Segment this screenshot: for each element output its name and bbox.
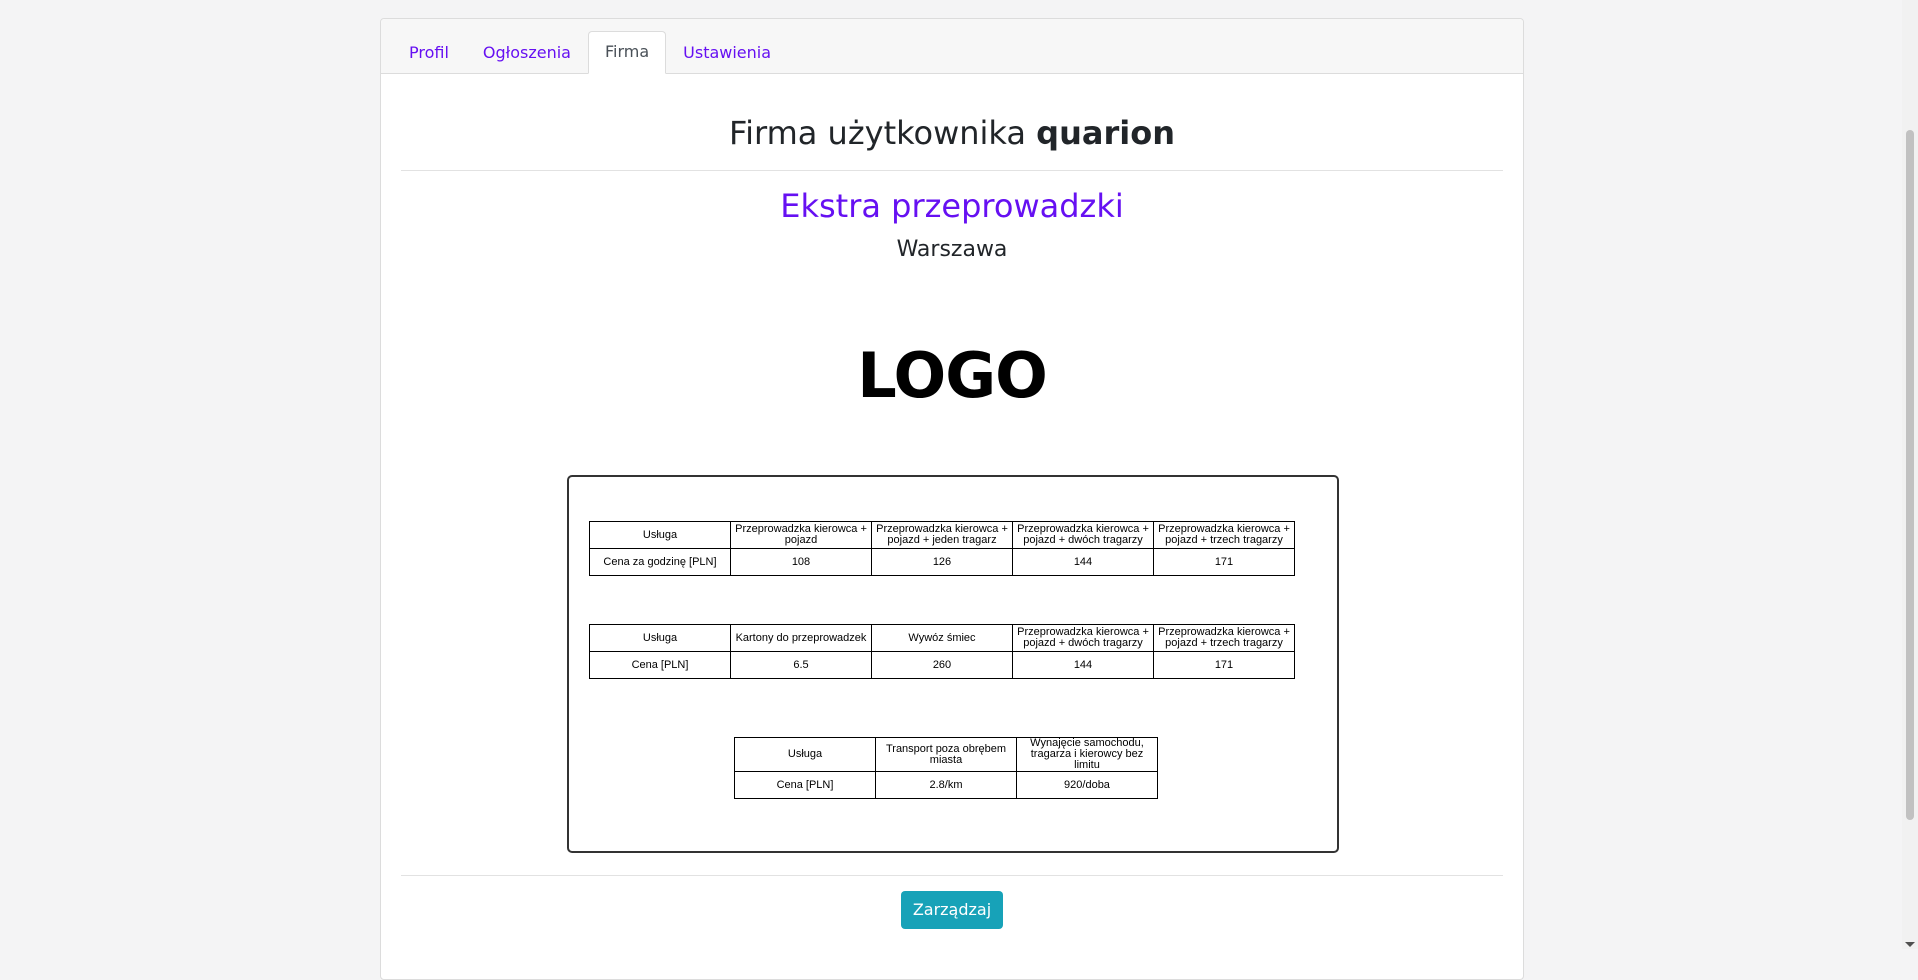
footer-divider	[401, 875, 1503, 876]
table-row: Cena [PLN] 2.8/km 920/doba	[734, 771, 1158, 799]
table-header-row: Usługa Transport poza obrębem miasta Wyn…	[734, 737, 1158, 772]
scroll-down-arrow-icon[interactable]	[1905, 942, 1915, 947]
title-divider	[401, 170, 1503, 171]
tab-ustawienia[interactable]: Ustawienia	[666, 31, 788, 72]
table-cell: 108	[730, 548, 872, 576]
company-logo: LOGO	[857, 339, 1048, 412]
price-list-image: Usługa Przeprowadzka kierowca + pojazd P…	[567, 475, 1339, 853]
table-cell: Usługa	[589, 521, 731, 549]
table-row: Cena [PLN] 6.5 260 144 171	[589, 651, 1295, 679]
manage-button[interactable]: Zarządzaj	[900, 891, 1004, 929]
company-name: Ekstra przeprowadzki	[780, 187, 1124, 225]
card-footer: Zarządzaj	[381, 891, 1523, 929]
price-table-extras: Usługa Kartony do przeprowadzek Wywóz śm…	[589, 624, 1295, 679]
table-cell: Przeprowadzka kierowca + pojazd + trzech…	[1153, 521, 1295, 549]
scrollbar-thumb[interactable]	[1906, 130, 1914, 820]
table-cell: 171	[1153, 651, 1295, 679]
page-title-username: quarion	[1036, 114, 1175, 152]
table-cell: Cena [PLN]	[734, 771, 876, 799]
table-cell: 144	[1012, 548, 1154, 576]
price-table-transport: Usługa Transport poza obrębem miasta Wyn…	[734, 737, 1158, 799]
table-row: Cena za godzinę [PLN] 108 126 144 171	[589, 548, 1295, 576]
table-cell: Cena [PLN]	[589, 651, 731, 679]
tab-profil[interactable]: Profil	[392, 31, 466, 72]
page-scrollbar[interactable]	[1902, 0, 1918, 949]
table-cell: 2.8/km	[875, 771, 1017, 799]
table-cell: 126	[871, 548, 1013, 576]
page-title: Firma użytkownika quarion	[381, 114, 1523, 152]
table-cell: Kartony do przeprowadzek	[730, 624, 872, 652]
table-cell: 144	[1012, 651, 1154, 679]
table-cell: Przeprowadzka kierowca + pojazd + dwóch …	[1012, 521, 1154, 549]
table-cell: 6.5	[730, 651, 872, 679]
table-cell: 920/doba	[1016, 771, 1158, 799]
table-cell: Wynajęcie samochodu, tragarza i kierowcy…	[1016, 737, 1158, 772]
table-cell: 260	[871, 651, 1013, 679]
tab-firma[interactable]: Firma	[587, 31, 667, 74]
table-cell: Przeprowadzka kierowca + pojazd + jeden …	[871, 521, 1013, 549]
table-cell: Transport poza obrębem miasta	[875, 737, 1017, 772]
table-cell: Usługa	[734, 737, 876, 772]
table-cell: Usługa	[589, 624, 731, 652]
table-cell: Przeprowadzka kierowca + pojazd + dwóch …	[1012, 624, 1154, 652]
card-header: Profil Ogłoszenia Firma Ustawienia	[381, 19, 1523, 74]
tab-ogloszenia[interactable]: Ogłoszenia	[466, 31, 588, 72]
tab-bar: Profil Ogłoszenia Firma Ustawienia	[392, 31, 788, 74]
table-header-row: Usługa Przeprowadzka kierowca + pojazd P…	[589, 521, 1295, 549]
table-header-row: Usługa Kartony do przeprowadzek Wywóz śm…	[589, 624, 1295, 652]
table-cell: Wywóz śmiec	[871, 624, 1013, 652]
page-title-prefix: Firma użytkownika	[729, 114, 1026, 152]
table-cell: Przeprowadzka kierowca + pojazd	[730, 521, 872, 549]
table-cell: 171	[1153, 548, 1295, 576]
table-cell: Przeprowadzka kierowca + pojazd + trzech…	[1153, 624, 1295, 652]
table-cell: Cena za godzinę [PLN]	[589, 548, 731, 576]
company-card: Profil Ogłoszenia Firma Ustawienia Firma…	[380, 18, 1524, 980]
company-city: Warszawa	[896, 237, 1008, 262]
price-table-hourly: Usługa Przeprowadzka kierowca + pojazd P…	[589, 521, 1295, 576]
